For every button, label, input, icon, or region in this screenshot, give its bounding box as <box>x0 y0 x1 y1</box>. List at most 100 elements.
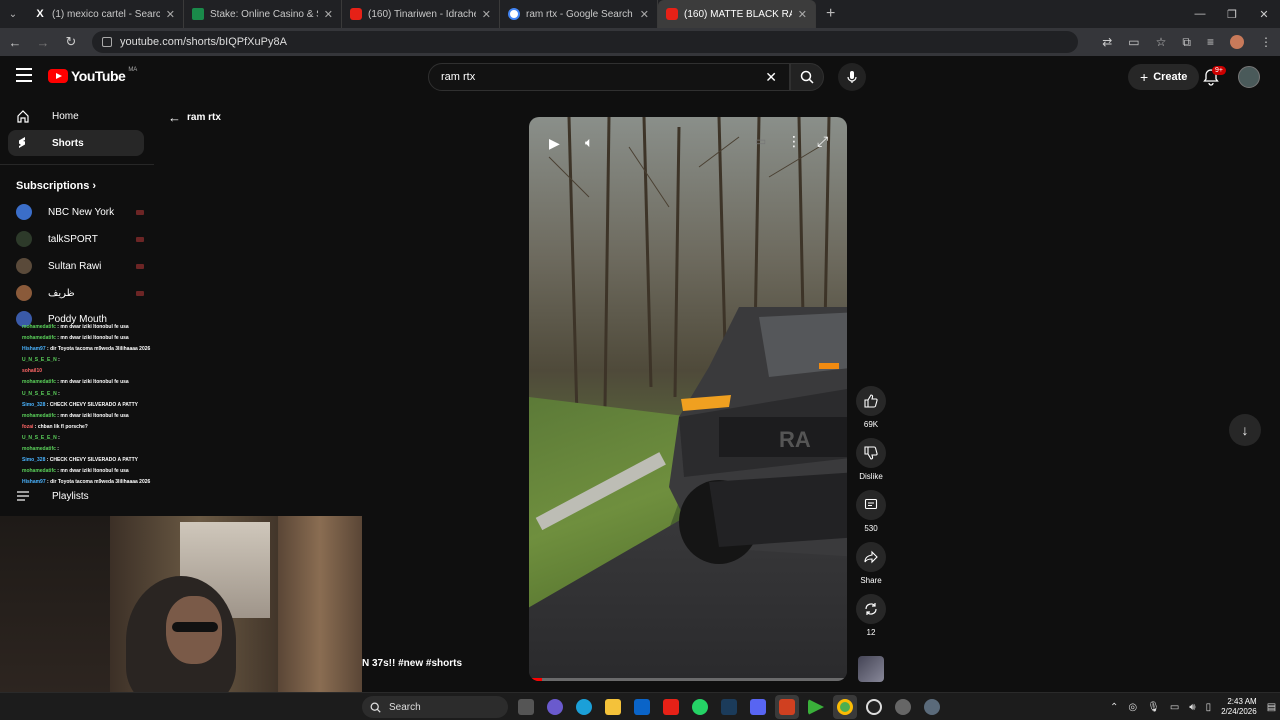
network-icon[interactable]: ▭ <box>1170 702 1179 713</box>
microphone-tray-icon[interactable]: 🎙︎ <box>1147 702 1160 713</box>
outlook-icon[interactable] <box>630 695 654 719</box>
close-icon[interactable]: ✕ <box>640 8 649 21</box>
edge-icon[interactable] <box>572 695 596 719</box>
steam-icon[interactable] <box>717 695 741 719</box>
extensions-icon[interactable]: ⧉ <box>1182 35 1191 50</box>
browser-tab-active[interactable]: (160) MATTE BLACK RAM TRX \ ✕ <box>658 0 816 28</box>
voice-search-button[interactable] <box>838 63 866 91</box>
forward-icon[interactable]: → <box>36 35 50 50</box>
media-controls-icon[interactable]: ≡ <box>1207 35 1214 49</box>
back-icon[interactable]: ← <box>8 35 22 50</box>
sidebar-item-home[interactable]: Home <box>8 103 144 129</box>
plus-icon: + <box>1140 69 1149 85</box>
reload-icon[interactable]: ↻ <box>64 34 78 50</box>
tab-label: ram rtx - Google Search <box>526 8 633 20</box>
whatsapp-icon[interactable] <box>688 695 712 719</box>
task-view-icon[interactable] <box>514 695 538 719</box>
browser-profile-avatar[interactable] <box>1230 35 1244 49</box>
chat-text: : mn dwar iziki ltonobul fe usa <box>55 324 129 330</box>
search-button[interactable] <box>790 63 824 91</box>
chat-username: mohamedatifc <box>22 379 56 386</box>
subscriptions-heading[interactable]: Subscriptions › <box>16 180 96 192</box>
taskbar-search[interactable]: Search <box>362 696 508 718</box>
divider <box>0 164 154 165</box>
url-field[interactable]: youtube.com/shorts/bIQPfXuPy8A <box>92 31 1079 53</box>
dislike-button[interactable] <box>856 438 886 468</box>
create-button[interactable]: + Create <box>1128 64 1200 90</box>
clear-search-icon[interactable]: ✕ <box>765 69 777 86</box>
chat-username: Simo_328 <box>22 457 46 464</box>
close-icon[interactable]: ✕ <box>798 8 807 21</box>
avatar <box>16 204 32 220</box>
address-bar: ← → ↻ youtube.com/shorts/bIQPfXuPy8A ⇄ ▭… <box>0 28 1280 56</box>
copilot-icon[interactable] <box>543 695 567 719</box>
browser-tab[interactable]: ram rtx - Google Search ✕ <box>500 0 658 28</box>
notifications-tray-icon[interactable]: ▤ <box>1267 702 1276 713</box>
chrome-icon[interactable] <box>833 695 857 719</box>
app-red-icon[interactable] <box>775 695 799 719</box>
chat-text: : <box>56 390 60 397</box>
next-video-button[interactable]: ↓ <box>1229 414 1261 446</box>
close-icon[interactable]: ✕ <box>166 8 175 21</box>
remix-action: 12 <box>856 594 886 637</box>
sidebar-item-shorts[interactable]: Shorts <box>8 130 144 156</box>
video-progress-bar[interactable] <box>529 678 847 681</box>
more-options-icon[interactable]: ⋮ <box>787 133 801 150</box>
system-tray: ⌃ ◎ 🎙︎ ▭ 🔊︎ ▯ 2:43 AM 2/24/2026 ▤ <box>1110 693 1276 720</box>
file-explorer-icon[interactable] <box>601 695 625 719</box>
sidebar-subscription[interactable]: ظريف <box>16 283 144 303</box>
chat-message: Simo_328 : CHECK CHEVY SILVERADO A PATTY <box>22 400 202 411</box>
volume-icon[interactable]: 🔈︎ <box>585 134 593 151</box>
volume-tray-icon[interactable]: 🔊︎ <box>1189 702 1195 713</box>
close-icon[interactable]: ✕ <box>482 8 491 21</box>
browser-tab[interactable]: Stake: Online Casino & Sports B ✕ <box>184 0 342 28</box>
like-button[interactable] <box>856 386 886 416</box>
browser-tab[interactable]: (160) Tinariwen - Idrache (Tracl ✕ <box>342 0 500 28</box>
hamburger-menu-icon[interactable] <box>16 68 32 82</box>
sidebar-subscription[interactable]: talkSPORT <box>16 229 144 249</box>
obs-icon[interactable] <box>862 695 886 719</box>
restore-icon[interactable]: ❐ <box>1216 0 1248 28</box>
account-avatar[interactable] <box>1238 66 1260 88</box>
search-input[interactable]: ram rtx ✕ <box>428 63 790 91</box>
app-gray-icon[interactable] <box>891 695 915 719</box>
shorts-video-player[interactable]: RA ▶ 🔈︎ ▭ ⋮ ⤢ <box>529 117 847 681</box>
remix-button[interactable] <box>856 594 886 624</box>
chat-username: Hisham97 <box>22 346 46 353</box>
browser-tab[interactable]: X (1) mexico cartel - Search / X ✕ <box>26 0 184 28</box>
chat-message: U_N_S_E_E_N : <box>22 389 202 400</box>
captions-icon[interactable]: ▭ <box>755 134 766 148</box>
settings-icon[interactable] <box>920 695 944 719</box>
sidebar-subscription[interactable]: NBC New York <box>16 202 144 222</box>
close-icon[interactable]: ✕ <box>324 8 333 21</box>
discord-icon[interactable] <box>746 695 770 719</box>
back-to-search-button[interactable]: ← ram rtx <box>168 110 221 125</box>
translate-icon[interactable]: ⇄ <box>1102 35 1112 49</box>
webcam-background <box>0 516 110 692</box>
svg-text:RA: RA <box>779 427 811 452</box>
sidebar-subscription[interactable]: Sultan Rawi <box>16 256 144 276</box>
bookmark-star-icon[interactable]: ☆ <box>1156 35 1167 49</box>
clock[interactable]: 2:43 AM 2/24/2026 <box>1221 697 1257 717</box>
chat-message: mohamedatifc : mn dwar iziki ltonobul fe… <box>22 377 202 388</box>
close-window-icon[interactable]: ✕ <box>1248 0 1280 28</box>
chevron-up-icon[interactable]: ⌃ <box>1110 702 1118 713</box>
youtube-app-icon[interactable] <box>659 695 683 719</box>
new-tab-button[interactable]: + <box>816 5 845 23</box>
chat-text: : <box>56 434 60 441</box>
sound-thumbnail[interactable] <box>858 656 884 682</box>
browser-menu-icon[interactable]: ⋮ <box>1260 35 1272 49</box>
battery-icon[interactable]: ▯ <box>1206 702 1212 713</box>
cast-icon[interactable]: ▭ <box>1128 35 1139 49</box>
minimize-icon[interactable]: — <box>1184 0 1216 28</box>
play-icon[interactable]: ▶ <box>549 135 560 152</box>
fullscreen-icon[interactable]: ⤢ <box>817 133 828 150</box>
share-button[interactable] <box>856 542 886 572</box>
tab-search-button[interactable]: ⌄ <box>0 0 26 28</box>
youtube-logo[interactable]: YouTube MA <box>48 67 137 84</box>
play-arrow-app-icon[interactable] <box>804 695 828 719</box>
tray-app-icon[interactable]: ◎ <box>1128 702 1137 713</box>
site-info-icon[interactable] <box>102 37 112 47</box>
comments-button[interactable] <box>856 490 886 520</box>
comments-action: 530 <box>856 490 886 533</box>
